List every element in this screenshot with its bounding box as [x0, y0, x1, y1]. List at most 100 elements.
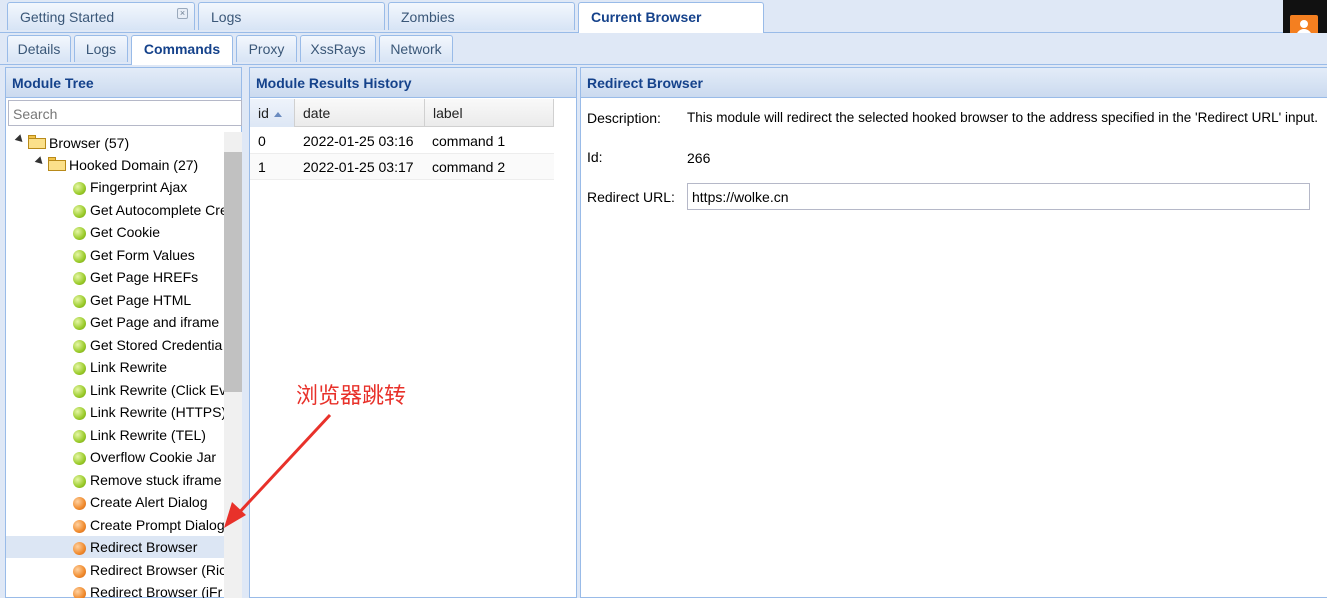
tree-module-item[interactable]: Link Rewrite (TEL)	[6, 424, 224, 446]
tree-node-label: Link Rewrite (HTTPS)	[90, 404, 224, 420]
orange-status-icon	[73, 542, 86, 555]
tab-xssrays[interactable]: XssRays	[300, 35, 376, 62]
tree-module-item[interactable]: Redirect Browser	[6, 536, 224, 558]
main-tab-strip: Getting Started × Logs Zombies Current B…	[0, 0, 1327, 33]
grid-header: id date label	[250, 99, 554, 127]
tab-label: Details	[17, 41, 61, 57]
tree-scrollbar[interactable]	[224, 132, 242, 598]
tree-node-label: Get Autocomplete Cre	[90, 201, 224, 218]
cell-label: command 1	[432, 133, 506, 149]
green-status-icon	[73, 204, 86, 218]
tab-details[interactable]: Details	[7, 35, 71, 62]
tree-node-label: Get Cookie	[90, 224, 161, 240]
tree-node-label: Link Rewrite (Click Ev	[90, 381, 224, 398]
cell-date: 2022-01-25 03:16	[303, 133, 414, 149]
tree-module-item[interactable]: Overflow Cookie Jar	[6, 446, 224, 468]
tab-logs[interactable]: Logs	[74, 35, 128, 62]
green-status-icon	[73, 429, 86, 443]
tab-logs[interactable]: Logs	[198, 2, 385, 30]
scroll-thumb[interactable]	[224, 152, 242, 392]
tree-module-item[interactable]: Redirect Browser (Ric	[6, 559, 224, 581]
redirect-url-input[interactable]: https://wolke.cn	[687, 183, 1310, 210]
tab-label: Commands	[143, 41, 221, 57]
tree-module-item[interactable]: Get Page HREFs	[6, 266, 224, 288]
table-row[interactable]: 0 2022-01-25 03:16 command 1	[250, 128, 554, 154]
id-value: 266	[687, 150, 711, 166]
column-header-id[interactable]: id	[250, 99, 295, 127]
green-status-icon	[73, 407, 86, 420]
table-row[interactable]: 1 2022-01-25 03:17 command 2	[250, 154, 554, 180]
tab-label: Logs	[85, 41, 117, 57]
orange-status-icon	[73, 497, 86, 510]
tab-label: Getting Started	[20, 9, 115, 25]
tree-module-item[interactable]: Create Alert Dialog	[6, 491, 224, 513]
green-status-icon	[73, 452, 86, 465]
tab-label: Logs	[211, 9, 242, 25]
green-status-icon	[73, 249, 86, 263]
tree-node-label: Get Page HREFs	[90, 269, 199, 285]
tree-node-label: Redirect Browser	[90, 539, 198, 555]
expand-icon[interactable]	[34, 156, 46, 167]
tree-node-label: Get Form Values	[90, 246, 195, 263]
folder-icon	[48, 157, 66, 171]
tree-module-item[interactable]: Link Rewrite	[6, 356, 224, 378]
column-header-label[interactable]: label	[425, 99, 554, 127]
tab-proxy[interactable]: Proxy	[236, 35, 297, 62]
panel-title: Redirect Browser	[581, 68, 1327, 98]
green-status-icon	[73, 294, 86, 308]
tab-network[interactable]: Network	[379, 35, 453, 62]
search-input[interactable]: Search	[8, 100, 242, 126]
tree-node-browser[interactable]: Browser (57)	[6, 132, 224, 154]
green-status-icon	[73, 182, 86, 195]
tree-module-item[interactable]: Link Rewrite (Click Ev	[6, 379, 224, 401]
description-label: Description:	[587, 110, 661, 126]
tree-module-item[interactable]: Get Autocomplete Cre	[6, 199, 224, 221]
tree-module-item[interactable]: Link Rewrite (HTTPS)	[6, 401, 224, 423]
tab-zombies[interactable]: Zombies	[388, 2, 575, 30]
close-icon[interactable]: ×	[177, 8, 188, 19]
column-header-date[interactable]: date	[295, 99, 425, 127]
green-status-icon	[73, 384, 86, 398]
tree-node-hooked-domain[interactable]: Hooked Domain (27)	[6, 154, 224, 176]
expand-icon[interactable]	[14, 134, 26, 145]
tree-module-item[interactable]: Redirect Browser (iFr	[6, 581, 224, 598]
green-status-icon	[73, 317, 86, 330]
green-status-icon	[73, 362, 86, 375]
cell-id: 0	[258, 133, 266, 149]
tree-module-item[interactable]: Get Stored Credentia	[6, 334, 224, 356]
tab-current-browser[interactable]: Current Browser	[578, 2, 764, 33]
redirect-url-label: Redirect URL:	[587, 189, 675, 205]
panel-title: Module Results History	[250, 68, 576, 98]
description-text: This module will redirect the selected h…	[687, 110, 1318, 125]
tab-getting-started[interactable]: Getting Started ×	[7, 2, 195, 30]
tree-module-item[interactable]: Get Cookie	[6, 221, 224, 243]
tree-module-item[interactable]: Get Page and iframe	[6, 311, 224, 333]
annotation-text: 浏览器跳转	[296, 383, 407, 408]
tree-node-label: Fingerprint Ajax	[90, 179, 188, 195]
orange-status-icon	[73, 587, 86, 598]
panel-title: Module Tree	[6, 68, 241, 98]
results-history-panel: Module Results History id date label 0 2…	[249, 67, 577, 598]
green-status-icon	[73, 474, 86, 488]
tree-module-item[interactable]: Create Prompt Dialog	[6, 514, 224, 536]
tree-module-item[interactable]: Fingerprint Ajax	[6, 176, 224, 198]
module-tree: Browser (57) Hooked Domain (27) Fingerpr…	[6, 132, 224, 598]
column-label: date	[303, 105, 331, 121]
tree-node-label: Link Rewrite (TEL)	[90, 426, 206, 443]
redirect-browser-panel: Redirect Browser Description: This modul…	[580, 67, 1327, 598]
tree-node-label: Get Stored Credentia	[90, 336, 223, 353]
tree-module-item[interactable]: Get Form Values	[6, 244, 224, 266]
tree-module-item[interactable]: Remove stuck iframe	[6, 469, 224, 491]
green-status-icon	[73, 227, 86, 240]
tab-label: XssRays	[310, 41, 366, 57]
tree-node-label: Remove stuck iframe	[90, 471, 222, 488]
tree-module-item[interactable]: Get Page HTML	[6, 289, 224, 311]
tree-node-label: Hooked Domain (27)	[69, 157, 199, 173]
column-label: label	[433, 105, 463, 121]
tab-commands[interactable]: Commands	[131, 35, 233, 65]
browser-tab-strip: Details Logs Commands Proxy XssRays Netw…	[0, 33, 1327, 65]
cell-label: command 2	[432, 159, 506, 175]
tree-node-label: Overflow Cookie Jar	[90, 449, 217, 465]
green-status-icon	[73, 272, 86, 285]
cell-id: 1	[258, 159, 266, 175]
